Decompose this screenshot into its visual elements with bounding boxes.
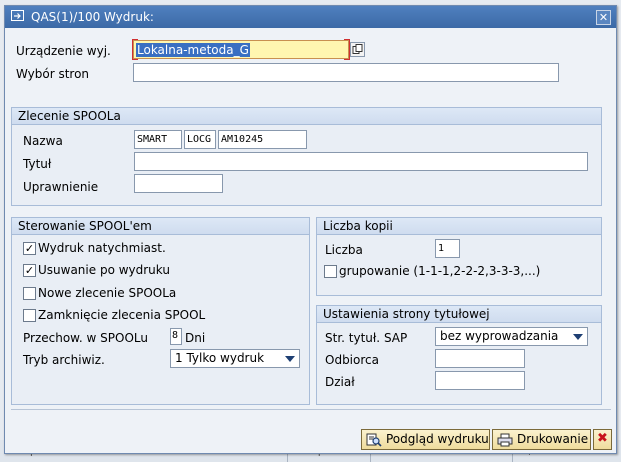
- spool-name-part3-value: AM10245: [221, 134, 264, 145]
- spool-name-part3[interactable]: AM10245: [218, 130, 307, 149]
- dialog-icon: [11, 10, 24, 21]
- cancel-icon: ✖: [597, 431, 608, 446]
- spool-title-input[interactable]: [134, 152, 588, 171]
- print-button[interactable]: Drukowanie: [492, 429, 591, 450]
- authorization-value: [135, 178, 137, 189]
- sap-cover-label: Str. tytuł. SAP: [325, 331, 408, 345]
- chevron-down-icon: [573, 334, 583, 340]
- print-preview-button[interactable]: Podgląd wydruku: [361, 429, 490, 450]
- window-title: QAS(1)/100 Wydruk:: [31, 10, 154, 24]
- spool-name-label: Nazwa: [23, 134, 63, 148]
- sap-cover-select[interactable]: bez wyprowadzania: [435, 327, 588, 346]
- page-selection-value: [134, 67, 136, 78]
- spool-request-title: Zlecenie SPOOLa: [18, 109, 121, 123]
- print-preview-icon: [366, 433, 382, 447]
- authorization-label: Uprawnienie: [23, 180, 99, 194]
- recipient-label: Odbiorca: [325, 353, 379, 367]
- print-dialog: QAS(1)/100 Wydruk: ✕ Urządzenie wyj. Lok…: [4, 5, 617, 454]
- grouping-label: grupowanie (1-1-1,2-2-2,3-3-3,...): [339, 264, 541, 278]
- archive-mode-label: Tryb archiwiz.: [23, 353, 105, 367]
- spool-request-header: Zlecenie SPOOLa: [12, 108, 601, 125]
- printer-icon: [497, 433, 513, 447]
- copies-count-value: 1: [438, 243, 445, 254]
- spool-title-label: Tytuł: [23, 157, 52, 171]
- sap-cover-value: bez wyprowadzania: [440, 329, 559, 343]
- close-spool-request-checkbox[interactable]: [23, 309, 36, 322]
- copies-count-input[interactable]: 1: [435, 239, 460, 258]
- immediate-print-label: Wydruk natychmiast.: [38, 241, 166, 255]
- delete-after-print-checkbox[interactable]: ✓: [23, 264, 36, 277]
- new-spool-request-label: Nowe zlecenie SPOOLa: [38, 286, 177, 300]
- authorization-input[interactable]: [134, 174, 223, 193]
- focus-bracket-left: [132, 39, 138, 60]
- cancel-button[interactable]: ✖: [593, 429, 612, 450]
- checkmark-icon: ✓: [24, 264, 35, 277]
- cover-page-title: Ustawienia strony tytułowej: [323, 307, 490, 321]
- checkmark-icon: ✓: [24, 242, 35, 255]
- title-bar: QAS(1)/100 Wydruk: ✕: [5, 6, 616, 28]
- archive-mode-select[interactable]: 1 Tylko wydruk: [170, 349, 300, 368]
- output-device-label: Urządzenie wyj.: [16, 44, 111, 58]
- close-icon: ✕: [598, 11, 609, 24]
- retention-input[interactable]: 8: [170, 328, 182, 345]
- footer-divider: [11, 409, 611, 410]
- output-device-value: Lokalna-metoda_G: [136, 43, 250, 57]
- spool-name-part2-value: LOCG: [187, 134, 212, 145]
- spool-control-title: Sterowanie SPOOL'em: [18, 219, 152, 233]
- archive-mode-value: 1 Tylko wydruk: [175, 351, 265, 365]
- recipient-value: [436, 353, 438, 364]
- recipient-input[interactable]: [435, 349, 525, 368]
- spool-name-part2[interactable]: LOCG: [184, 130, 216, 149]
- page-selection-input[interactable]: [133, 63, 559, 82]
- print-label: Drukowanie: [517, 432, 589, 446]
- department-label: Dział: [325, 375, 355, 389]
- retention-value: 8: [172, 330, 179, 341]
- chevron-down-icon: [285, 356, 295, 362]
- department-input[interactable]: [435, 371, 525, 390]
- print-preview-label: Podgląd wydruku: [386, 432, 489, 446]
- device-list-button[interactable]: [350, 42, 365, 57]
- copies-title: Liczba kopii: [323, 219, 393, 233]
- copies-count-label: Liczba: [325, 243, 363, 257]
- spool-control-header: Sterowanie SPOOL'em: [12, 218, 309, 235]
- close-button[interactable]: ✕: [596, 10, 611, 25]
- new-spool-request-checkbox[interactable]: [23, 287, 36, 300]
- copies-header: Liczba kopii: [317, 218, 601, 235]
- spool-name-part1-value: SMART: [137, 134, 168, 145]
- delete-after-print-label: Usuwanie po wydruku: [38, 263, 170, 277]
- close-spool-request-label: Zamknięcie zlecenia SPOOL: [38, 308, 206, 322]
- immediate-print-checkbox[interactable]: ✓: [23, 242, 36, 255]
- page-selection-label: Wybór stron: [16, 67, 90, 81]
- output-device-field[interactable]: Lokalna-metoda_G: [132, 39, 350, 60]
- spool-name-part1[interactable]: SMART: [134, 130, 182, 149]
- copy-icon: [352, 44, 363, 54]
- department-value: [436, 375, 438, 386]
- retention-unit: Dni: [185, 331, 206, 345]
- retention-label: Przechow. w SPOOLu: [23, 331, 148, 345]
- grouping-checkbox[interactable]: [324, 265, 337, 278]
- spool-title-value: [135, 156, 137, 167]
- cover-page-header: Ustawienia strony tytułowej: [317, 306, 601, 323]
